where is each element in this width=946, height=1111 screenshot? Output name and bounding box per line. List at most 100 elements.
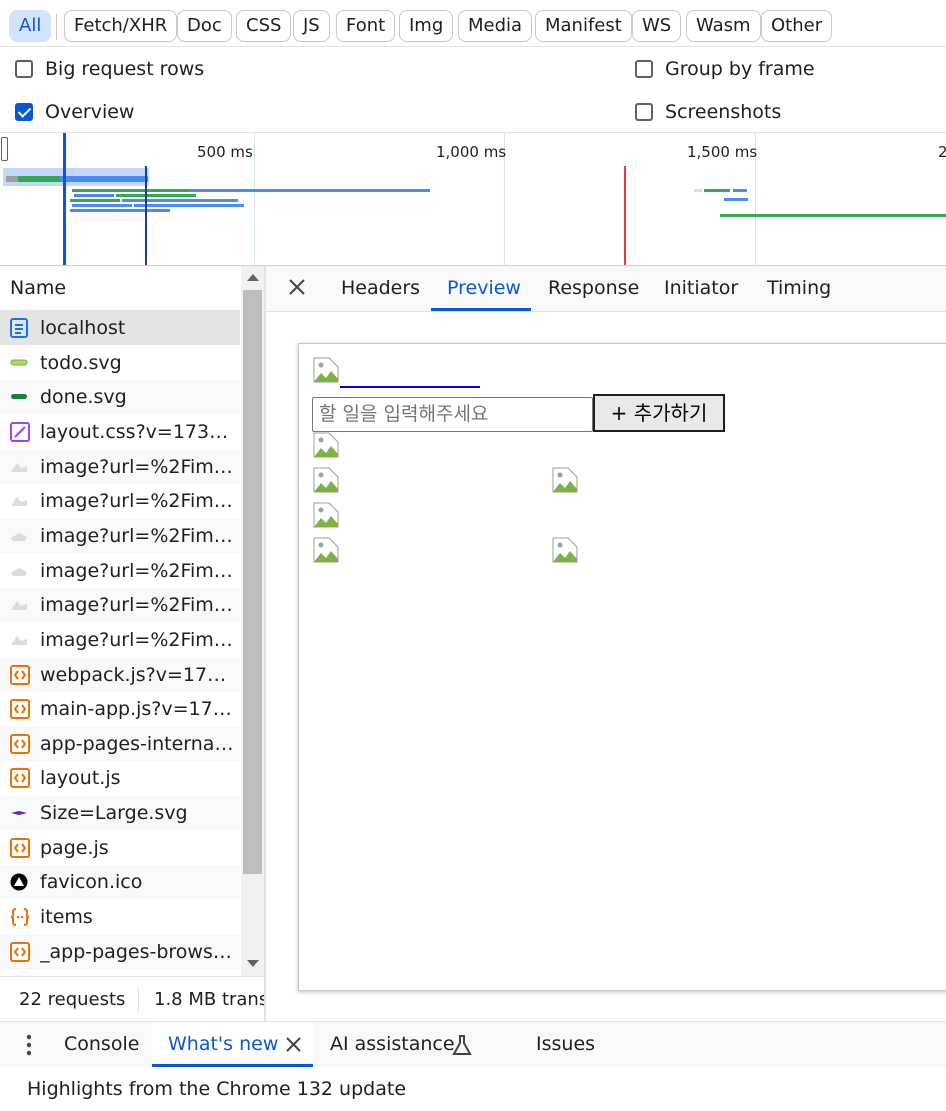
close-icon[interactable]: [285, 1036, 302, 1058]
tab-ai-assistance[interactable]: AI assistance: [330, 1022, 455, 1067]
request-row[interactable]: page.js: [0, 831, 240, 865]
overview-checkbox[interactable]: [15, 103, 33, 121]
dom-content-loaded-marker: [63, 133, 66, 265]
screenshots-label: Screenshots: [665, 101, 782, 123]
waterfall-bar: [190, 189, 430, 192]
image-icon: [10, 633, 40, 647]
status-bar: 22 requests 1.8 MB trans: [0, 976, 264, 1022]
overview-option[interactable]: Overview: [15, 97, 134, 127]
tab-preview[interactable]: Preview: [447, 266, 521, 311]
tab-whats-new[interactable]: What's new: [168, 1022, 278, 1067]
filter-font[interactable]: Font: [336, 10, 396, 42]
script-icon: [10, 838, 40, 858]
filter-bar: All Fetch/XHR Doc CSS JS Font Img Media …: [0, 0, 946, 47]
request-row[interactable]: image?url=%2Fima...: [0, 519, 240, 553]
filter-divider: [56, 14, 57, 40]
filter-doc[interactable]: Doc: [177, 10, 232, 42]
tab-issues[interactable]: Issues: [536, 1022, 595, 1067]
request-row[interactable]: main-app.js?v=173...: [0, 692, 240, 726]
logo-link[interactable]: [340, 386, 480, 388]
script-icon: [10, 699, 40, 719]
filter-all[interactable]: All: [9, 10, 52, 42]
waterfall-bar: [116, 194, 196, 197]
filter-img[interactable]: Img: [399, 10, 454, 42]
active-tab-indicator: [431, 308, 531, 311]
filter-ws[interactable]: WS: [632, 10, 682, 42]
transferred-size: 1.8 MB trans: [154, 989, 264, 1010]
filter-other[interactable]: Other: [761, 10, 833, 42]
waterfall-bar: [70, 199, 120, 202]
tab-initiator[interactable]: Initiator: [664, 266, 738, 311]
waterfall-bar: [18, 176, 60, 182]
request-row[interactable]: image?url=%2Fima...: [0, 450, 240, 484]
request-name: layout.js: [40, 767, 121, 789]
broken-image-icon: [313, 537, 339, 563]
waterfall-bar: [72, 189, 190, 192]
request-row[interactable]: image?url=%2Fima...: [0, 623, 240, 657]
overview-tick-label: 2: [938, 143, 946, 161]
waterfall-bar: [60, 176, 148, 182]
broken-image-icon: [552, 467, 578, 493]
filter-media[interactable]: Media: [458, 10, 533, 42]
request-row[interactable]: Size=Large.svg: [0, 796, 240, 830]
scroll-up-arrow-icon[interactable]: [247, 274, 259, 281]
request-row[interactable]: favicon.ico: [0, 865, 240, 899]
big-request-rows-checkbox[interactable]: [15, 60, 33, 78]
overview-resizer-handle[interactable]: [1, 137, 8, 161]
more-options-icon[interactable]: [26, 1034, 32, 1061]
request-row[interactable]: image?url=%2Fima...: [0, 484, 240, 518]
stylesheet-icon: [10, 422, 40, 442]
overview-label: Overview: [45, 101, 135, 123]
status-divider: [138, 987, 139, 1013]
request-row[interactable]: app-pages-internals...: [0, 727, 240, 761]
broken-image-icon: [552, 537, 578, 563]
close-icon[interactable]: [287, 277, 307, 302]
request-row[interactable]: todo.svg: [0, 346, 240, 380]
tab-console[interactable]: Console: [64, 1022, 139, 1067]
name-column-header[interactable]: Name: [0, 266, 240, 311]
tab-timing[interactable]: Timing: [767, 266, 831, 311]
settings-panel: Big request rows Group by frame Overview…: [0, 47, 946, 133]
json-icon: [10, 907, 40, 927]
screenshots-checkbox[interactable]: [635, 103, 653, 121]
group-by-frame-option[interactable]: Group by frame: [635, 54, 815, 84]
scroll-down-arrow-icon[interactable]: [247, 960, 259, 967]
request-name: webpack.js?v=1738...: [40, 664, 235, 686]
request-row[interactable]: _app-pages-browse...: [0, 935, 240, 969]
request-row[interactable]: localhost: [0, 311, 240, 345]
whats-new-heading: Highlights from the Chrome 132 update: [27, 1078, 407, 1100]
scrollbar-thumb[interactable]: [243, 290, 262, 874]
screenshots-option[interactable]: Screenshots: [635, 97, 781, 127]
filter-wasm[interactable]: Wasm: [686, 10, 761, 42]
request-row[interactable]: done.svg: [0, 380, 240, 414]
filter-css[interactable]: CSS: [236, 10, 292, 42]
request-name: items: [40, 906, 93, 928]
waterfall-bar: [704, 189, 730, 192]
filter-js[interactable]: JS: [293, 10, 330, 42]
request-row[interactable]: layout.css?v=17383...: [0, 415, 240, 449]
todo-input[interactable]: 할 일을 입력해주세요: [312, 397, 593, 432]
waterfall-bar: [74, 194, 114, 197]
request-row[interactable]: layout.js: [0, 761, 240, 795]
request-row[interactable]: webpack.js?v=1738...: [0, 658, 240, 692]
filter-fetch-xhr[interactable]: Fetch/XHR: [64, 10, 178, 42]
network-overview[interactable]: 500 ms 1,000 ms 1,500 ms 2: [0, 133, 946, 266]
request-row[interactable]: items: [0, 900, 240, 934]
tab-response[interactable]: Response: [548, 266, 639, 311]
script-icon: [10, 665, 40, 685]
image-icon: [10, 598, 40, 612]
favicon-icon: [10, 873, 40, 891]
image-icon: [10, 460, 40, 474]
big-request-rows-option[interactable]: Big request rows: [15, 54, 204, 84]
request-row[interactable]: image?url=%2Fima...: [0, 588, 240, 622]
request-row[interactable]: image?url=%2Fima...: [0, 554, 240, 588]
group-by-frame-checkbox[interactable]: [635, 60, 653, 78]
filter-manifest[interactable]: Manifest: [535, 10, 632, 42]
add-todo-button[interactable]: + 추가하기: [593, 394, 725, 432]
svg-image-icon: [10, 359, 40, 367]
panel-splitter[interactable]: [264, 266, 266, 1021]
broken-image-icon: [313, 467, 339, 493]
tab-headers[interactable]: Headers: [341, 266, 420, 311]
document-icon: [10, 318, 40, 338]
drawer-tabbar: Console What's new AI assistance Issues: [0, 1021, 946, 1067]
